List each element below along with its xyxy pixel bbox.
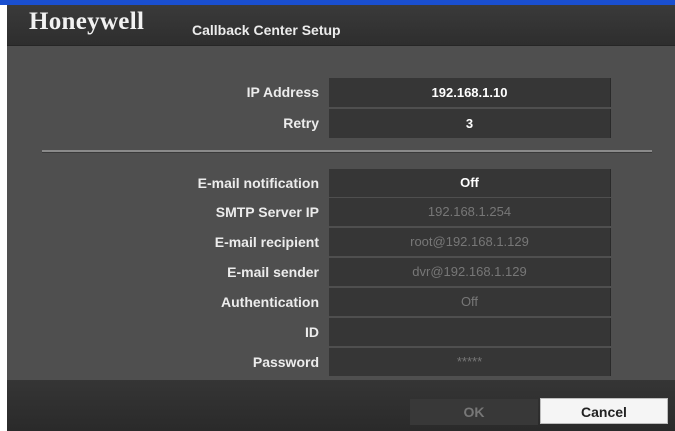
email-notification-field[interactable]: Off [329, 169, 611, 197]
retry-label: Retry [283, 115, 319, 131]
honeywell-logo: Honeywell [29, 8, 145, 35]
id-field[interactable] [329, 318, 611, 346]
email-sender-field[interactable]: dvr@192.168.1.129 [329, 258, 611, 286]
setup-dialog: Honeywell Callback Center Setup IP Addre… [7, 5, 675, 431]
password-label: Password [252, 354, 319, 370]
smtp-server-ip-label: SMTP Server IP [215, 204, 319, 220]
smtp-server-ip-field[interactable]: 192.168.1.254 [329, 198, 611, 226]
authentication-label: Authentication [221, 294, 319, 310]
email-recipient-label: E-mail recipient [214, 234, 319, 250]
email-recipient-field[interactable]: root@192.168.1.129 [329, 228, 611, 256]
ok-button[interactable]: OK [410, 399, 538, 425]
retry-field[interactable]: 3 [329, 109, 611, 138]
authentication-field[interactable]: Off [329, 288, 611, 316]
email-notification-label: E-mail notification [197, 175, 319, 191]
dialog-title: Callback Center Setup [192, 22, 341, 38]
section-divider [42, 150, 652, 153]
email-sender-label: E-mail sender [227, 264, 319, 280]
ip-address-field[interactable]: 192.168.1.10 [329, 78, 611, 107]
cancel-button[interactable]: Cancel [540, 398, 668, 424]
id-label: ID [305, 324, 319, 340]
password-field[interactable]: ***** [329, 348, 611, 376]
ip-address-label: IP Address [246, 84, 319, 100]
title-bar: Honeywell Callback Center Setup [7, 5, 675, 46]
